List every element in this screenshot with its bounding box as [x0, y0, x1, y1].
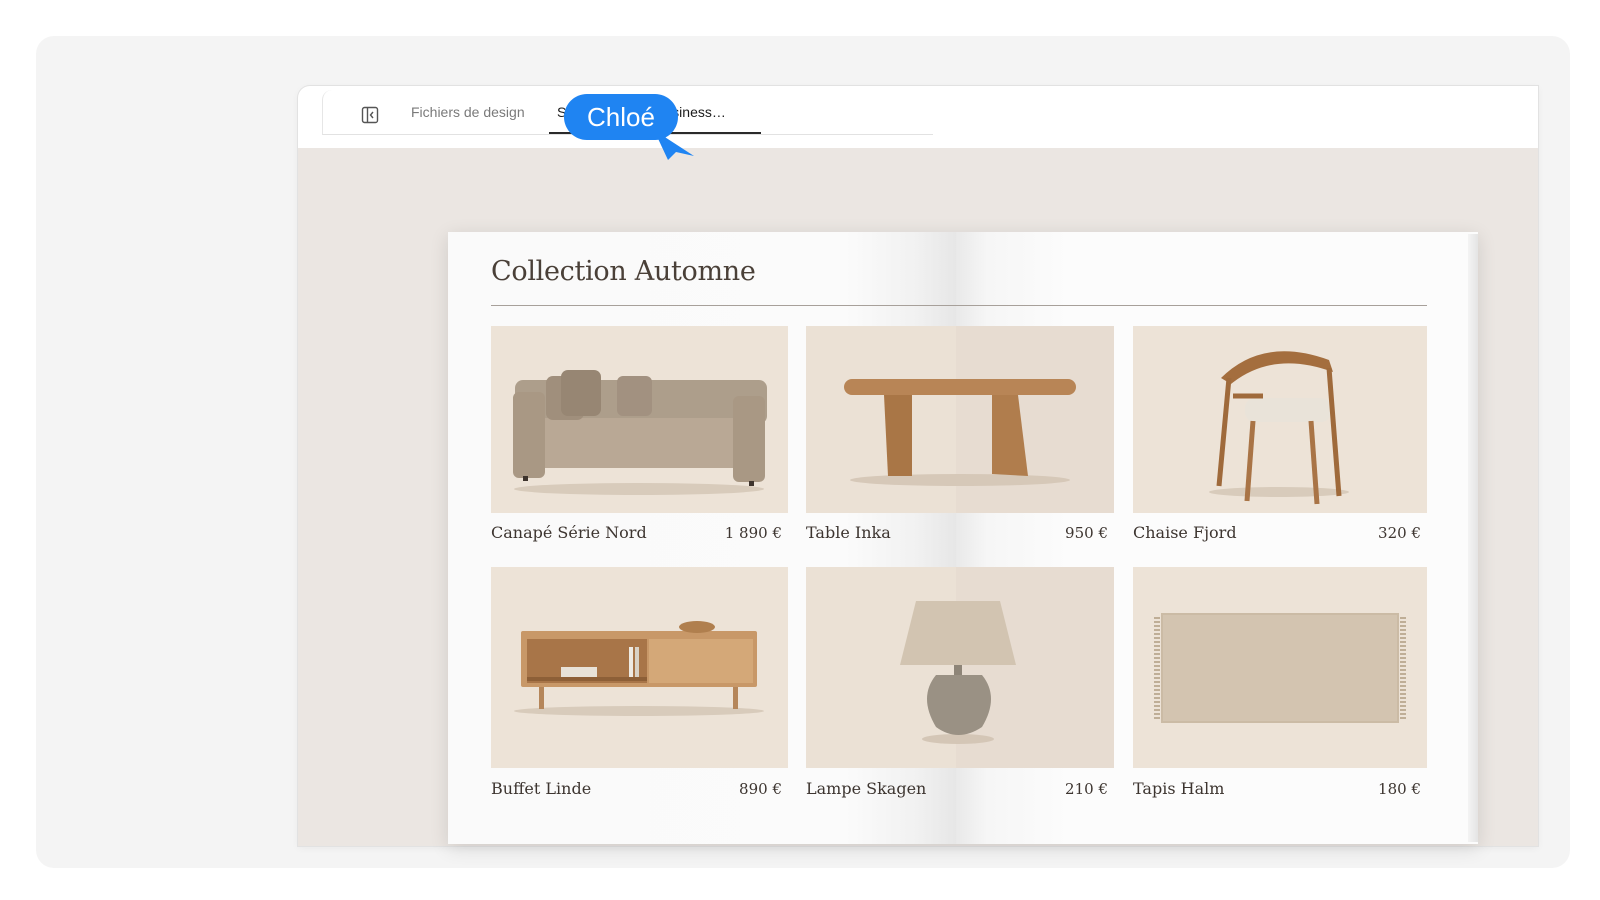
title-divider: [491, 305, 1427, 306]
product-name: Canapé Série Nord: [491, 523, 647, 542]
catalog-spread: Collection Automne Canapé Série Nord 1 8…: [448, 232, 1478, 844]
sofa-image: [491, 326, 788, 513]
product-card: Tapis Halm 180 €: [1133, 567, 1427, 807]
product-name: Tapis Halm: [1133, 779, 1225, 798]
product-price: 890 €: [739, 780, 782, 798]
table-image: [806, 326, 1114, 513]
product-name: Lampe Skagen: [806, 779, 927, 798]
lamp-image: [806, 567, 1114, 768]
rug-image: [1133, 567, 1427, 768]
catalog-title: Collection Automne: [491, 256, 756, 287]
page-edge: [1468, 234, 1478, 842]
product-price: 210 €: [1065, 780, 1108, 798]
product-name: Chaise Fjord: [1133, 523, 1237, 542]
product-card: Lampe Skagen 210 €: [806, 567, 1114, 807]
tab-design-files[interactable]: Fichiers de design: [411, 104, 525, 120]
chair-image: [1133, 326, 1427, 513]
product-price: 320 €: [1378, 524, 1421, 542]
product-price: 950 €: [1065, 524, 1108, 542]
product-card: Table Inka 950 €: [806, 326, 1114, 556]
product-price: 180 €: [1378, 780, 1421, 798]
product-card: Buffet Linde 890 €: [491, 567, 788, 807]
product-card: Canapé Série Nord 1 890 €: [491, 326, 788, 556]
tab-bar: Fichiers de design Studio Lumière Busine…: [298, 86, 1538, 148]
product-name: Buffet Linde: [491, 779, 592, 798]
collaborator-cursor-label: Chloé: [564, 94, 678, 140]
sideboard-image: [491, 567, 788, 768]
panel-left-icon[interactable]: [361, 106, 379, 124]
product-price: 1 890 €: [724, 524, 782, 542]
product-name: Table Inka: [806, 523, 891, 542]
product-card: Chaise Fjord 320 €: [1133, 326, 1427, 556]
